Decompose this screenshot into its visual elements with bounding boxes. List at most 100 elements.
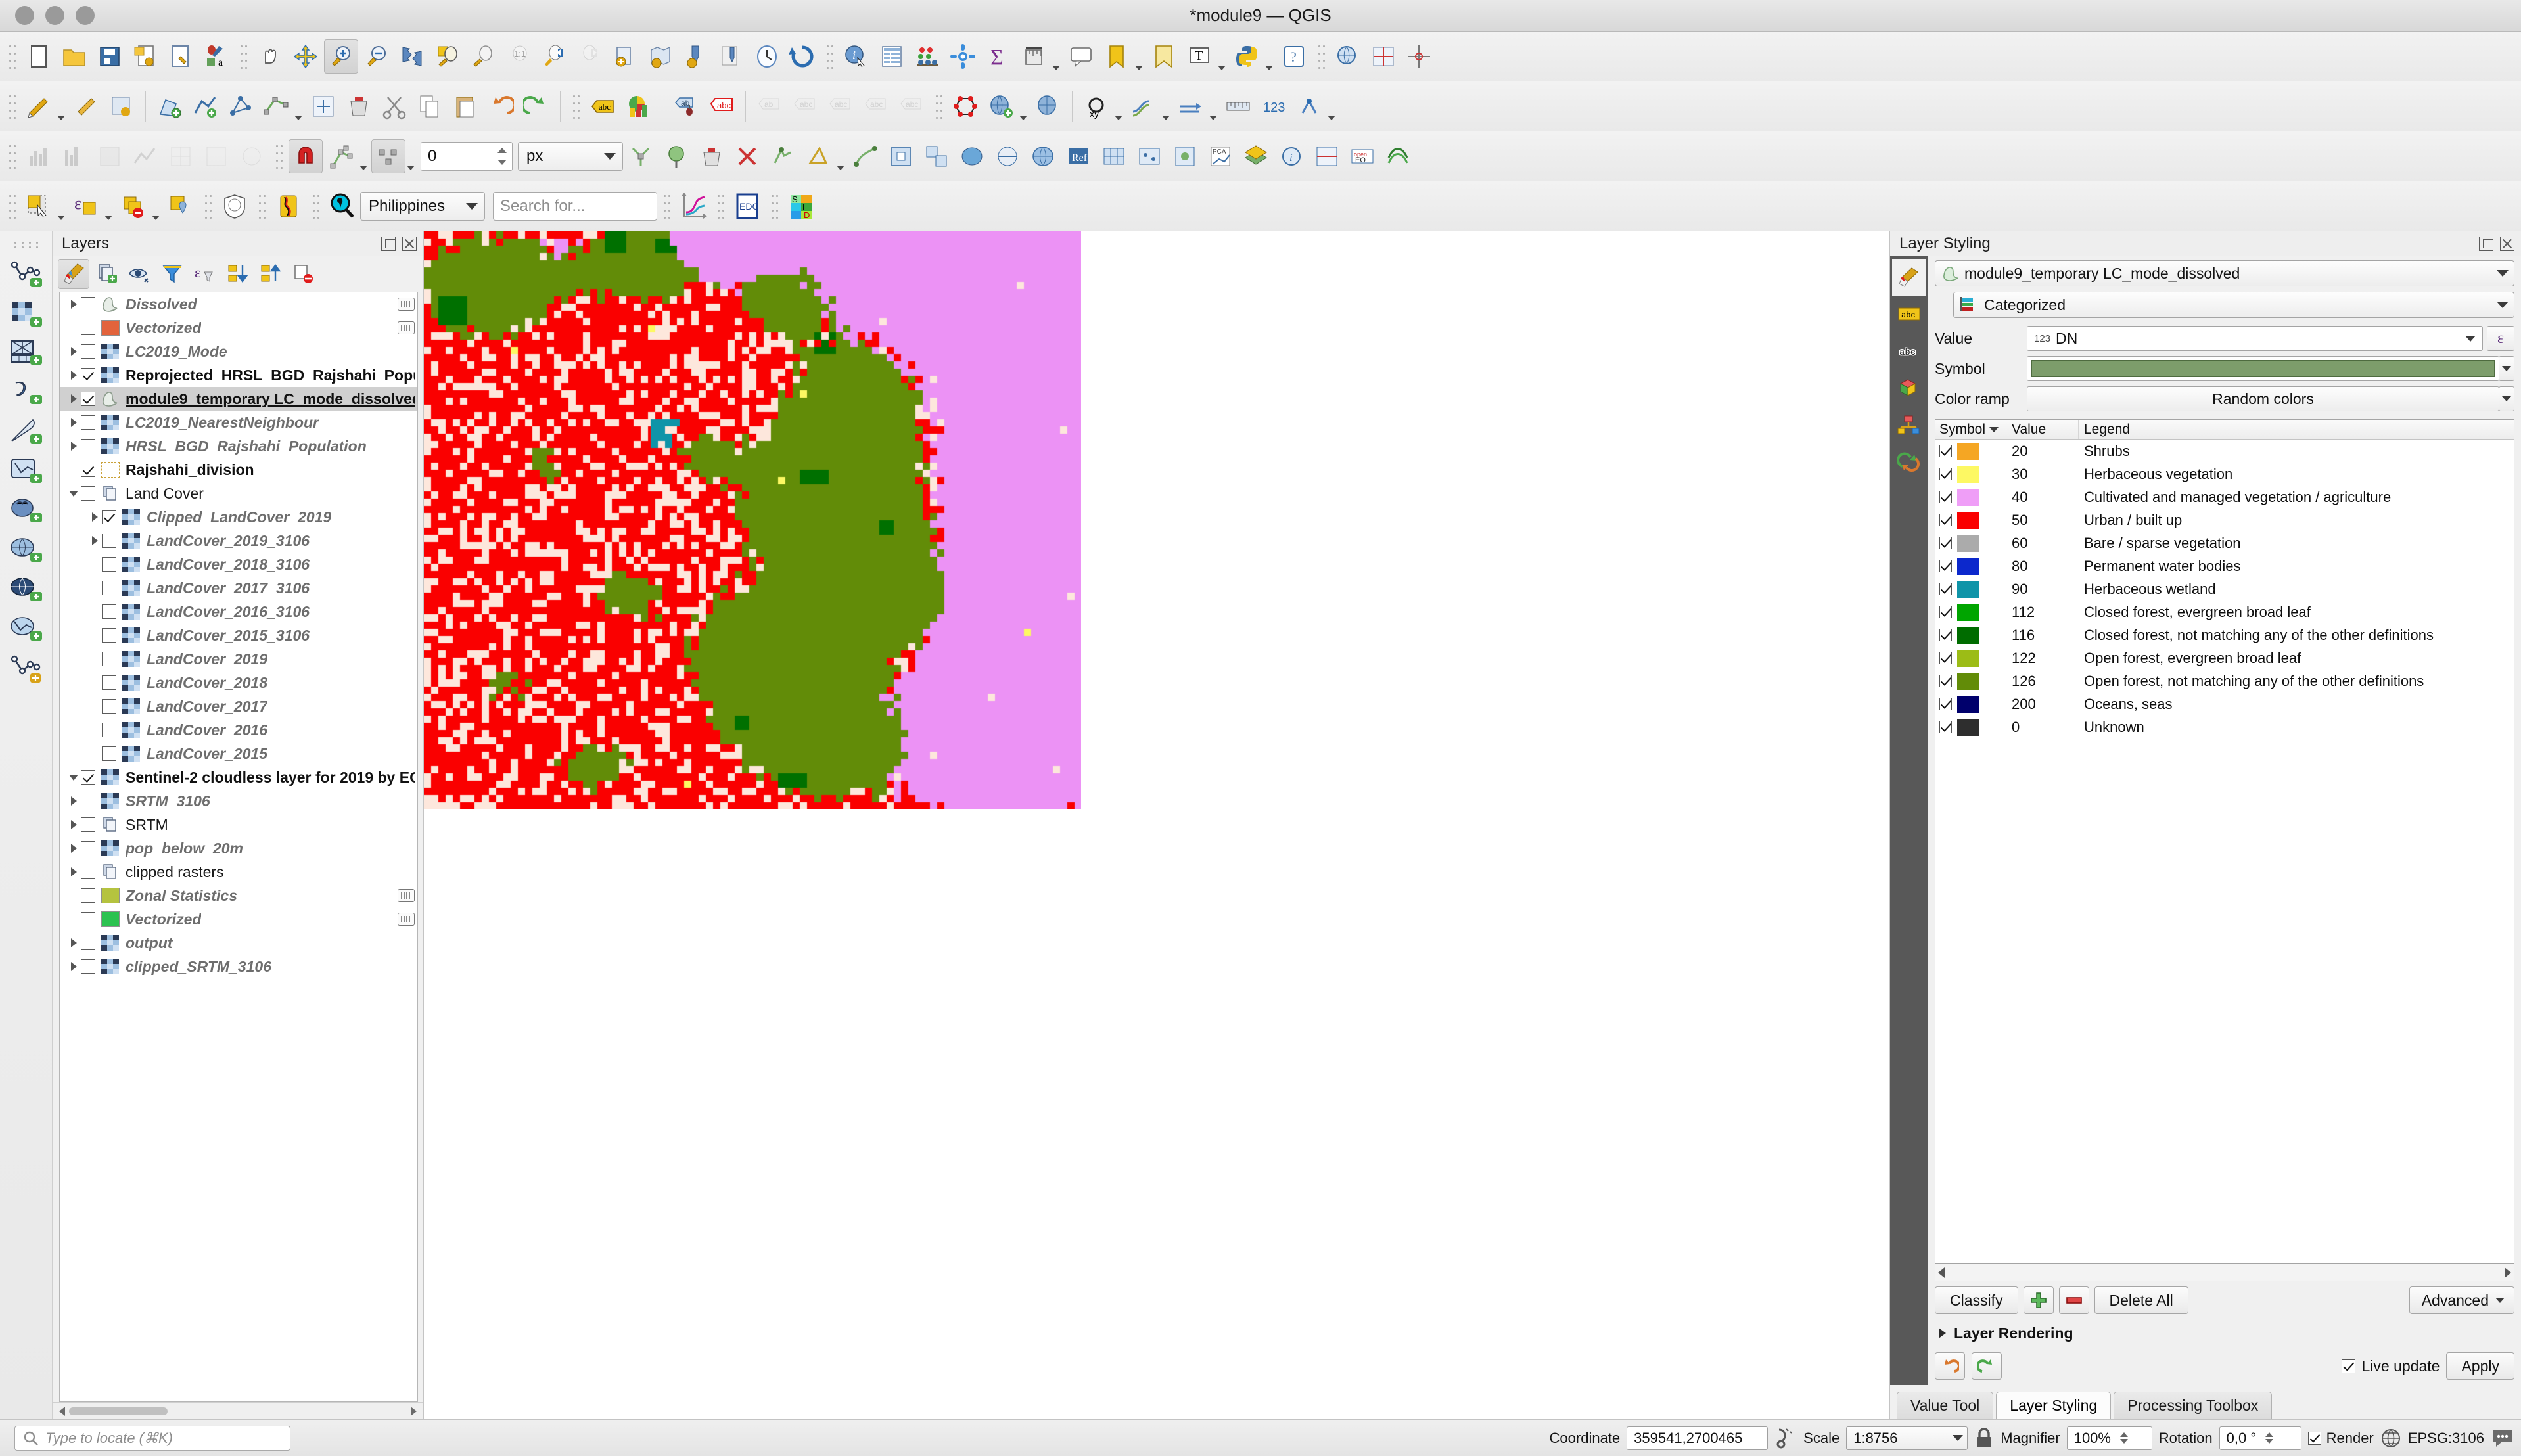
- add-group-icon[interactable]: [91, 259, 122, 289]
- category-checkbox[interactable]: [1939, 606, 1952, 618]
- column-symbol[interactable]: Symbol: [1935, 420, 2006, 439]
- expand-layer-chevron-icon[interactable]: [66, 442, 81, 451]
- category-row[interactable]: 40 Cultivated and managed vegetation / ag…: [1935, 486, 2514, 509]
- close-panel-icon[interactable]: [402, 237, 417, 251]
- deselect-icon[interactable]: [116, 189, 150, 223]
- category-row[interactable]: 30 Herbaceous vegetation: [1935, 463, 2514, 486]
- category-row[interactable]: 112 Closed forest, evergreen broad leaf: [1935, 601, 2514, 624]
- add-wms-layer-sidebar-icon[interactable]: [6, 531, 47, 570]
- profile-icon[interactable]: [128, 139, 162, 173]
- delete-geometry-icon[interactable]: [695, 139, 729, 173]
- category-color-swatch[interactable]: [1957, 718, 1979, 736]
- color-ramp-button[interactable]: Random colors: [2027, 386, 2499, 411]
- add-delimited-text-layer-icon[interactable]: [6, 373, 47, 413]
- pin-labels-icon[interactable]: ab: [669, 89, 703, 124]
- labeling-icon[interactable]: abc: [586, 89, 620, 124]
- scrollbar-thumb[interactable]: [69, 1407, 168, 1415]
- toolbar-grip[interactable]: [7, 40, 17, 72]
- info-layer-icon[interactable]: i: [1274, 139, 1308, 173]
- add-vector-layer-icon[interactable]: [6, 255, 47, 294]
- select-features-icon[interactable]: [22, 189, 56, 223]
- stats-icon[interactable]: [235, 139, 269, 173]
- manage-visibility-icon[interactable]: [124, 259, 155, 289]
- category-checkbox[interactable]: [1939, 583, 1952, 595]
- category-checkbox[interactable]: [1939, 537, 1952, 549]
- category-color-swatch[interactable]: [1957, 465, 1979, 483]
- layer-visibility-checkbox[interactable]: [81, 817, 95, 832]
- layer-row[interactable]: LandCover_2015: [60, 742, 417, 765]
- georeferencer-icon[interactable]: [1366, 39, 1400, 74]
- fill-ring-icon[interactable]: [955, 139, 989, 173]
- xy-chevron-down-icon[interactable]: [1115, 116, 1122, 120]
- category-checkbox[interactable]: [1939, 560, 1952, 572]
- scale-combo[interactable]: 1:8756: [1846, 1426, 1968, 1450]
- open-layer-styling-icon[interactable]: [58, 259, 89, 289]
- layer-row[interactable]: LandCover_2019_3106: [60, 529, 417, 553]
- layer-visibility-checkbox[interactable]: [81, 486, 95, 501]
- new-print-layout-icon[interactable]: [164, 39, 198, 74]
- annotation-dropdown-chevron-down-icon[interactable]: [1218, 66, 1226, 70]
- show-hide-labels-icon[interactable]: ab: [752, 89, 787, 124]
- category-color-swatch[interactable]: [1957, 626, 1979, 644]
- zoom-native-icon[interactable]: 1:1: [501, 39, 536, 74]
- add-arcgis-layer-icon[interactable]: [6, 649, 47, 689]
- layer-visibility-checkbox[interactable]: [81, 912, 95, 926]
- advanced-button[interactable]: Advanced: [2409, 1286, 2514, 1314]
- metasearch-icon[interactable]: [1331, 39, 1365, 74]
- category-row[interactable]: 60 Bare / sparse vegetation: [1935, 532, 2514, 555]
- undo-icon[interactable]: [1935, 1352, 1965, 1380]
- layer-row[interactable]: LandCover_2017: [60, 694, 417, 718]
- layer-visibility-checkbox[interactable]: [81, 959, 95, 974]
- bottom-tab[interactable]: Processing Toolbox: [2114, 1392, 2273, 1419]
- rotation-input[interactable]: 0,0 °: [2219, 1426, 2301, 1450]
- globe-wms-icon[interactable]: [1026, 139, 1060, 173]
- expression-button[interactable]: ε: [2487, 326, 2514, 351]
- toolbar-grip-3[interactable]: [824, 40, 835, 72]
- layer-visibility-checkbox[interactable]: [102, 604, 116, 619]
- add-postgis-layer-icon[interactable]: [6, 491, 47, 531]
- digits-icon[interactable]: 123: [1257, 89, 1291, 124]
- filter-legend-icon[interactable]: [156, 259, 188, 289]
- edc-grip[interactable]: [715, 190, 726, 222]
- symbology-icon[interactable]: [1892, 259, 1926, 296]
- toggle-editing-icon[interactable]: [69, 89, 103, 124]
- change-label-icon[interactable]: abc: [859, 89, 893, 124]
- locator-input[interactable]: Type to locate (⌘K): [14, 1425, 290, 1451]
- snap-icon[interactable]: [1292, 89, 1326, 124]
- coordinate-input[interactable]: 359541,2700465: [1627, 1426, 1769, 1450]
- expand-layer-chevron-icon[interactable]: [66, 371, 81, 380]
- collapse-all-icon[interactable]: [255, 259, 287, 289]
- current-edits-icon[interactable]: [22, 89, 56, 124]
- layer-visibility-checkbox[interactable]: [81, 321, 95, 335]
- symbol-dropdown-chevron-down-icon[interactable]: [2499, 356, 2514, 381]
- live-update-checkbox-box[interactable]: [2341, 1359, 2355, 1373]
- measure-line-icon[interactable]: [1017, 39, 1051, 74]
- location-filter-combo[interactable]: Philippines: [360, 191, 485, 221]
- geometry-grip[interactable]: [933, 90, 944, 122]
- layer-row[interactable]: pop_below_20m: [60, 836, 417, 860]
- merge-features-icon[interactable]: [730, 139, 764, 173]
- category-row[interactable]: 122 Open forest, evergreen broad leaf: [1935, 647, 2514, 670]
- add-wfs-layer-sidebar-icon[interactable]: [6, 610, 47, 649]
- styling-layer-combo[interactable]: module9_temporary LC_mode_dissolved: [1935, 260, 2514, 286]
- semi-auto-icon[interactable]: [1310, 139, 1344, 173]
- column-legend[interactable]: Legend: [2079, 420, 2514, 439]
- layer-visibility-checkbox[interactable]: [81, 936, 95, 950]
- geometry-checker-icon[interactable]: [659, 139, 693, 173]
- layer-row[interactable]: LC2019_NearestNeighbour: [60, 411, 417, 434]
- layer-visibility-checkbox[interactable]: [102, 699, 116, 714]
- raster-align-icon[interactable]: [1168, 139, 1202, 173]
- layer-row[interactable]: SRTM_3106: [60, 789, 417, 813]
- edc-icon[interactable]: EDC: [730, 189, 764, 223]
- category-color-swatch[interactable]: [1957, 557, 1979, 575]
- search-location-icon[interactable]: [325, 189, 359, 223]
- layer-row[interactable]: Sentinel-2 cloudless layer for 2019 by E…: [60, 765, 417, 789]
- toolbar-grip-4[interactable]: [1316, 40, 1326, 72]
- rotate-chevron-down-icon[interactable]: [837, 166, 844, 170]
- categories-list[interactable]: 20 Shrubs 30 Herbaceous vegetation 40 Cultiva…: [1935, 440, 2514, 1263]
- lock-icon[interactable]: [1974, 1427, 1994, 1449]
- classify-button[interactable]: Classify: [1935, 1286, 2018, 1314]
- country-grip[interactable]: [256, 190, 267, 222]
- expand-layer-chevron-icon[interactable]: [87, 512, 102, 522]
- save-project-icon[interactable]: [93, 39, 127, 74]
